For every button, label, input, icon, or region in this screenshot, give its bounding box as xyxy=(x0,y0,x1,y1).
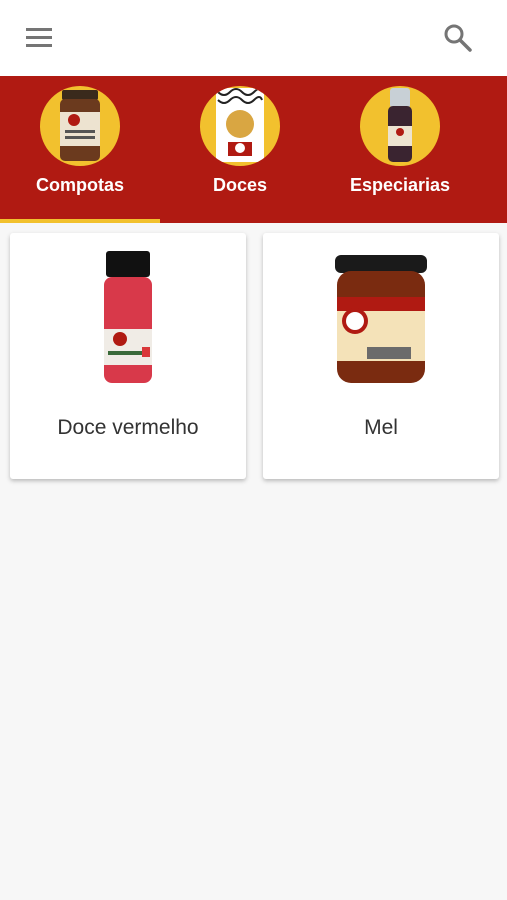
product-name: Mel xyxy=(364,416,398,439)
tab-compotas[interactable]: Compotas xyxy=(0,76,160,223)
search-button[interactable] xyxy=(438,18,478,58)
compotas-category-image xyxy=(40,86,120,166)
menu-button[interactable] xyxy=(20,18,60,58)
especiarias-category-image xyxy=(360,86,440,166)
product-name: Doce vermelho xyxy=(57,416,199,439)
category-tab-bar: Compotas Doces Especiarias xyxy=(0,76,507,223)
tab-doces[interactable]: Doces xyxy=(160,76,320,223)
search-icon xyxy=(444,24,472,52)
product-card[interactable]: Mel xyxy=(263,233,499,479)
doces-category-image xyxy=(200,86,280,166)
doce-vermelho-product-image xyxy=(98,247,158,392)
hamburger-menu-icon xyxy=(26,28,52,47)
tab-especiarias[interactable]: Especiarias xyxy=(320,76,480,223)
mel-product-image xyxy=(331,247,431,392)
tab-compotas-label: Compotas xyxy=(35,175,124,195)
product-card[interactable]: Doce vermelho xyxy=(10,233,246,479)
tab-especiarias-label: Especiarias xyxy=(349,175,451,195)
tab-doces-label: Doces xyxy=(212,175,268,195)
selected-tab-indicator xyxy=(0,219,160,223)
app-bar xyxy=(0,0,507,76)
